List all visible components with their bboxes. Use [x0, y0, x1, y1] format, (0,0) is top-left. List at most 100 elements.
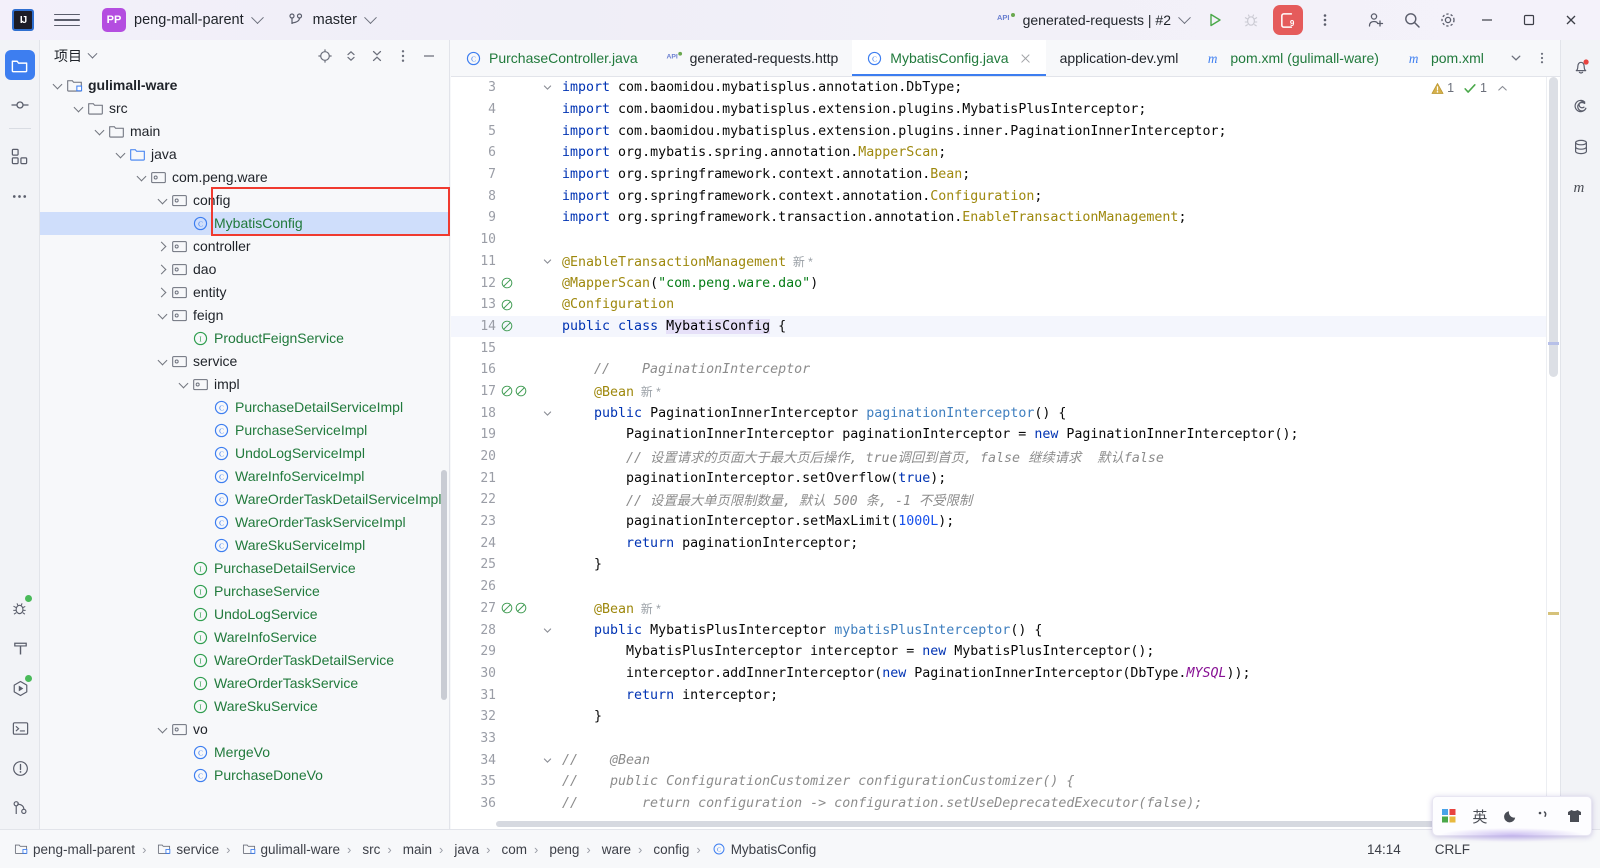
sidebar-item-notifications[interactable] — [1566, 52, 1596, 82]
ime-language-indicator[interactable]: 英 — [1472, 806, 1487, 827]
more-icon[interactable] — [1310, 5, 1340, 35]
tree-node[interactable]: I UndoLogService — [40, 603, 450, 626]
gutter-icons[interactable] — [496, 384, 538, 398]
sidebar-item-build[interactable] — [5, 633, 35, 663]
more-icon[interactable] — [1530, 46, 1554, 70]
code-line[interactable]: 31 return interceptor; — [451, 684, 1560, 706]
project-tree[interactable]: gulimall-ware src main java com.peng.ware con… — [40, 74, 450, 826]
breadcrumb-item[interactable]: gulimall-ware — [242, 842, 340, 857]
moon-icon[interactable] — [1503, 808, 1519, 824]
sidebar-item-structure[interactable] — [5, 141, 35, 171]
line-separator[interactable]: CRLF — [1435, 842, 1470, 857]
close-icon[interactable] — [1019, 52, 1032, 65]
sidebar-item-git[interactable] — [5, 793, 35, 823]
sidebar-item-spring[interactable] — [1566, 92, 1596, 122]
ime-floating-bar[interactable]: 英 — [1432, 796, 1592, 842]
sidebar-item-terminal[interactable] — [5, 713, 35, 743]
tree-node[interactable]: controller — [40, 235, 450, 258]
tree-node-selected[interactable]: C MybatisConfig — [40, 212, 450, 235]
code-line[interactable]: 6 import org.mybatis.spring.annotation.Ma… — [451, 142, 1560, 164]
chevron-down-icon[interactable] — [155, 193, 171, 209]
inspections-widget[interactable]: 1 1 — [1425, 81, 1518, 95]
chevron-down-icon[interactable] — [50, 78, 66, 94]
fold-chevron-icon[interactable] — [538, 256, 556, 267]
tree-node[interactable]: service — [40, 350, 450, 373]
editor-tab[interactable]: m pom.xml — [1393, 40, 1498, 76]
code-line[interactable]: 30 interceptor.addInnerInterceptor(new P… — [451, 663, 1560, 685]
sidebar-item-debug[interactable] — [5, 593, 35, 623]
tree-node[interactable]: C WareSkuServiceImpl — [40, 534, 450, 557]
run-icon[interactable] — [1200, 5, 1230, 35]
chevron-down-icon[interactable] — [155, 354, 171, 370]
sidebar-item-commit[interactable] — [5, 90, 35, 120]
code-line[interactable]: 22 // 设置最大单页限制数量, 默认 500 条, -1 不受限制 — [451, 489, 1560, 511]
chevron-down-icon[interactable] — [71, 101, 87, 117]
tree-node[interactable]: C WareInfoServiceImpl — [40, 465, 450, 488]
code-line[interactable]: 29 MybatisPlusInterceptor interceptor = … — [451, 641, 1560, 663]
breadcrumb-item[interactable]: C MybatisConfig — [712, 842, 816, 857]
project-widget[interactable]: peng-mall-parent — [126, 10, 264, 28]
comma-icon[interactable] — [1535, 808, 1551, 824]
breadcrumb-item[interactable]: java — [454, 842, 479, 857]
code-line[interactable]: 8 import org.springframework.context.anno… — [451, 185, 1560, 207]
code-line[interactable]: 35 // public ConfigurationCustomizer conf… — [451, 771, 1560, 793]
code-line[interactable]: 26 — [451, 576, 1560, 598]
breadcrumb-item[interactable]: main — [403, 842, 432, 857]
chevron-down-icon[interactable] — [92, 124, 108, 140]
code-line[interactable]: 14 public class MybatisConfig { — [451, 315, 1560, 338]
tree-node[interactable]: src — [40, 97, 450, 120]
tree-node[interactable]: C WareOrderTaskDetailServiceImpl — [40, 488, 450, 511]
tree-node[interactable]: I PurchaseService — [40, 580, 450, 603]
fold-chevron-icon[interactable] — [538, 625, 556, 636]
chevron-right-icon[interactable] — [155, 285, 171, 301]
chevron-down-icon[interactable] — [155, 722, 171, 738]
tree-node[interactable]: entity — [40, 281, 450, 304]
search-icon[interactable] — [1397, 5, 1427, 35]
options-icon[interactable] — [391, 44, 415, 68]
code-line[interactable]: 25 } — [451, 554, 1560, 576]
code-line[interactable]: 10 — [451, 229, 1560, 251]
breadcrumb-item[interactable]: peng — [549, 842, 579, 857]
chevron-right-icon[interactable] — [155, 239, 171, 255]
sidebar-item-maven[interactable]: m — [1566, 172, 1596, 202]
breadcrumb-item[interactable]: config — [653, 842, 689, 857]
settings-gear-icon[interactable] — [1433, 5, 1463, 35]
tree-node[interactable]: main — [40, 120, 450, 143]
code-line[interactable]: 3 import com.baomidou.mybatisplus.annotat… — [451, 77, 1560, 99]
editor-scrollbar-thumb[interactable] — [1549, 77, 1558, 377]
code-line[interactable]: 9 import org.springframework.transaction.… — [451, 207, 1560, 229]
code-line[interactable]: 23 paginationInterceptor.setMaxLimit(100… — [451, 511, 1560, 533]
branch-widget[interactable]: master — [288, 10, 377, 28]
code-line[interactable]: 4 import com.baomidou.mybatisplus.extensi… — [451, 99, 1560, 121]
tree-node[interactable]: C PurchaseDoneVo — [40, 764, 450, 787]
code-line[interactable]: 18 public PaginationInnerInterceptor pag… — [451, 402, 1560, 424]
editor-scrollbar-rail[interactable] — [1546, 77, 1560, 829]
editor-tab[interactable]: C MybatisConfig.java — [852, 40, 1046, 76]
chevron-down-icon[interactable] — [155, 308, 171, 324]
inspection-warnings[interactable]: 1 — [1431, 81, 1454, 95]
tree-node[interactable]: java — [40, 143, 450, 166]
tree-node[interactable]: I WareOrderTaskDetailService — [40, 649, 450, 672]
inspection-ok[interactable]: 1 — [1463, 81, 1487, 95]
minimize-button[interactable] — [1466, 0, 1508, 40]
breadcrumb-item[interactable]: peng-mall-parent — [14, 842, 135, 857]
code-line[interactable]: 33 — [451, 728, 1560, 750]
fold-chevron-icon[interactable] — [538, 408, 556, 419]
main-menu-icon[interactable] — [54, 7, 80, 33]
tree-node[interactable]: impl — [40, 373, 450, 396]
tree-node[interactable]: C MergeVo — [40, 741, 450, 764]
share-icon[interactable] — [1361, 5, 1391, 35]
sidebar-item-project[interactable] — [4, 50, 35, 80]
tree-node[interactable]: C WareOrderTaskServiceImpl — [40, 511, 450, 534]
chevron-down-icon[interactable] — [176, 377, 192, 393]
code-line[interactable]: 15 — [451, 337, 1560, 359]
sidebar-item-more[interactable] — [5, 181, 35, 211]
code-line[interactable]: 16 // PaginationInterceptor — [451, 359, 1560, 381]
code-line[interactable]: 21 paginationInterceptor.setOverflow(tru… — [451, 467, 1560, 489]
editor-tab[interactable]: C PurchaseController.java — [451, 40, 652, 76]
chevron-down-icon[interactable] — [113, 147, 129, 163]
tree-node[interactable]: I WareInfoService — [40, 626, 450, 649]
code-line[interactable]: 19 PaginationInnerInterceptor pagination… — [451, 424, 1560, 446]
inspections-collapse[interactable] — [1496, 82, 1509, 95]
code-line[interactable]: 17 @Bean 新 * — [451, 381, 1560, 403]
